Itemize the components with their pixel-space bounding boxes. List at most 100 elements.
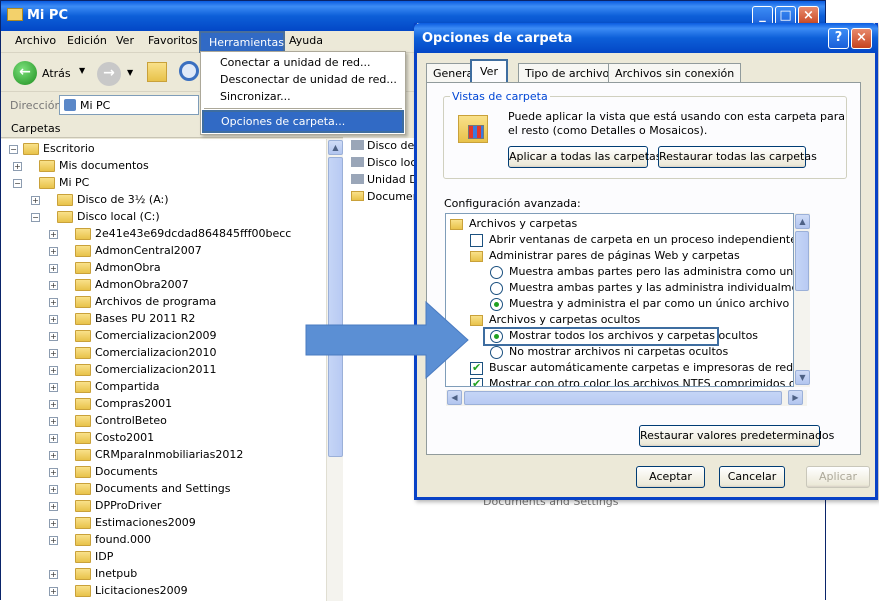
checkbox[interactable]	[470, 361, 483, 375]
restore-all-folders-button[interactable]: Restaurar todas las carpetas	[658, 146, 817, 168]
settings-hscroll[interactable]: ◀ ▶	[446, 390, 807, 406]
expand-icon[interactable]: +	[49, 519, 58, 528]
setting-row[interactable]: Buscar automáticamente carpetas e impres…	[446, 360, 794, 376]
search-icon[interactable]	[179, 61, 199, 81]
cancel-button[interactable]: Cancelar	[719, 466, 785, 488]
folder-icon	[75, 228, 91, 240]
expand-icon[interactable]: +	[49, 264, 58, 273]
up-folder-icon[interactable]	[147, 62, 167, 82]
tab-ver[interactable]: Ver	[470, 59, 508, 83]
expand-icon[interactable]: +	[49, 417, 58, 426]
forward-dropdown-icon[interactable]: ▼	[127, 68, 133, 77]
folder-icon	[75, 568, 91, 580]
radio-button[interactable]	[490, 266, 503, 279]
expand-icon[interactable]: +	[49, 349, 58, 358]
setting-row[interactable]: Abrir ventanas de carpeta en un proceso …	[446, 232, 793, 248]
menu-ver[interactable]: Ver	[116, 34, 134, 47]
radio-button[interactable]	[490, 298, 503, 311]
folder-icon	[75, 483, 91, 495]
menu-item-sincronizar[interactable]: Sincronizar...	[220, 90, 291, 103]
menu-item-opciones-carpeta[interactable]: Opciones de carpeta...	[202, 110, 404, 133]
menu-ayuda[interactable]: Ayuda	[289, 34, 323, 47]
restore-defaults-button[interactable]: Restaurar valores predeterminados	[639, 425, 834, 447]
tree-item-label: AdmonObra	[95, 261, 161, 274]
setting-row[interactable]: Mostrar con otro color los archivos NTFS…	[446, 376, 793, 386]
expand-icon[interactable]: +	[49, 536, 58, 545]
dialog-title-bar[interactable]: Opciones de carpeta ? ×	[414, 23, 878, 53]
tree-item-label: Documents and Settings	[95, 482, 231, 495]
highlight-frame	[483, 327, 719, 346]
expand-icon[interactable]: +	[49, 383, 58, 392]
tree-item-label: 2e41e43e69dcdad864845fff00becc	[95, 227, 292, 240]
tab-tipo-archivo[interactable]: Tipo de archivo	[518, 63, 617, 83]
checkbox[interactable]	[470, 234, 483, 247]
computer-icon	[64, 99, 76, 111]
expand-icon[interactable]: +	[49, 502, 58, 511]
forward-arrow-icon[interactable]: →	[97, 62, 121, 86]
menu-item-conectar[interactable]: Conectar a unidad de red...	[220, 56, 370, 69]
expand-icon[interactable]: +	[49, 434, 58, 443]
expand-icon[interactable]: +	[49, 587, 58, 596]
menu-herramientas[interactable]: Herramientas	[199, 31, 285, 53]
vistas-text-1: Puede aplicar la vista que está usando c…	[508, 110, 845, 123]
callout-arrow	[305, 300, 469, 380]
scroll-up-icon[interactable]: ▲	[328, 140, 343, 155]
menu-favoritos[interactable]: Favoritos	[148, 34, 198, 47]
expand-icon[interactable]: +	[49, 570, 58, 579]
expand-icon[interactable]: +	[49, 485, 58, 494]
collapse-icon[interactable]: −	[9, 145, 18, 154]
menu-item-desconectar[interactable]: Desconectar de unidad de red...	[220, 73, 397, 86]
address-input[interactable]: Mi PC	[59, 95, 199, 115]
list-scroll-up-icon[interactable]: ▲	[795, 214, 810, 229]
hscroll-thumb[interactable]	[464, 391, 782, 405]
folder-icon	[450, 219, 463, 230]
apply-all-folders-button[interactable]: Aplicar a todas las carpetas	[508, 146, 662, 168]
list-scroll-down-icon[interactable]: ▼	[795, 370, 810, 385]
floppy-icon	[351, 140, 364, 150]
scroll-left-icon[interactable]: ◀	[447, 390, 462, 405]
radio-button[interactable]	[490, 346, 503, 359]
expand-icon[interactable]: +	[49, 298, 58, 307]
collapse-icon[interactable]: −	[31, 213, 40, 222]
setting-row[interactable]: Muestra ambas partes pero las administra…	[446, 264, 793, 280]
menu-edicion[interactable]: Edición	[67, 34, 107, 47]
expand-icon[interactable]: +	[49, 451, 58, 460]
expand-icon[interactable]: +	[13, 162, 22, 171]
folder-icon	[470, 315, 483, 326]
checkbox[interactable]	[470, 377, 483, 386]
expand-icon[interactable]: +	[49, 315, 58, 324]
expand-icon[interactable]: +	[49, 281, 58, 290]
settings-vscroll[interactable]: ▲ ▼	[794, 213, 810, 387]
expand-icon[interactable]: +	[49, 247, 58, 256]
advanced-settings-list[interactable]: Archivos y carpetas Abrir ventanas de car…	[445, 213, 794, 387]
tab-archivos-sin-conexion[interactable]: Archivos sin conexión	[608, 63, 742, 83]
expand-icon[interactable]: +	[49, 468, 58, 477]
setting-label: Buscar automáticamente carpetas e impres…	[489, 361, 794, 374]
scroll-right-icon[interactable]: ▶	[788, 390, 803, 405]
vistas-text-2: el resto (como Detalles o Mosaicos).	[508, 124, 708, 137]
menu-separator	[204, 108, 402, 109]
ok-button[interactable]: Aceptar	[636, 466, 705, 488]
expand-icon[interactable]: +	[49, 332, 58, 341]
radio-button[interactable]	[490, 282, 503, 295]
folder-icon	[75, 313, 91, 325]
setting-row[interactable]: Muestra y administra el par como un únic…	[446, 296, 793, 312]
expand-icon[interactable]: +	[49, 366, 58, 375]
expand-icon[interactable]: +	[49, 230, 58, 239]
setting-label: Muestra y administra el par como un únic…	[509, 297, 790, 310]
setting-label: No mostrar archivos ni carpetas ocultos	[509, 345, 729, 358]
back-dropdown-icon: ▼	[79, 66, 86, 75]
expand-icon[interactable]: +	[31, 196, 40, 205]
help-button[interactable]: ?	[828, 28, 849, 49]
back-button[interactable]: ← Atrás ▼	[11, 60, 91, 86]
list-scroll-thumb[interactable]	[795, 231, 809, 291]
back-label: Atrás	[42, 67, 71, 80]
setting-row[interactable]: No mostrar archivos ni carpetas ocultos	[446, 344, 793, 360]
setting-row[interactable]: Muestra ambas partes y las administra in…	[446, 280, 793, 296]
dialog-close-button[interactable]: ×	[851, 28, 872, 49]
expand-icon[interactable]: +	[49, 400, 58, 409]
collapse-icon[interactable]: −	[13, 179, 22, 188]
folder-tree[interactable]: − Escritorio + Mis documentos − Mi PC + Disco d…	[1, 139, 326, 601]
menu-archivo[interactable]: Archivo	[15, 34, 56, 47]
setting-row: Administrar pares de páginas Web y carpe…	[446, 248, 793, 264]
